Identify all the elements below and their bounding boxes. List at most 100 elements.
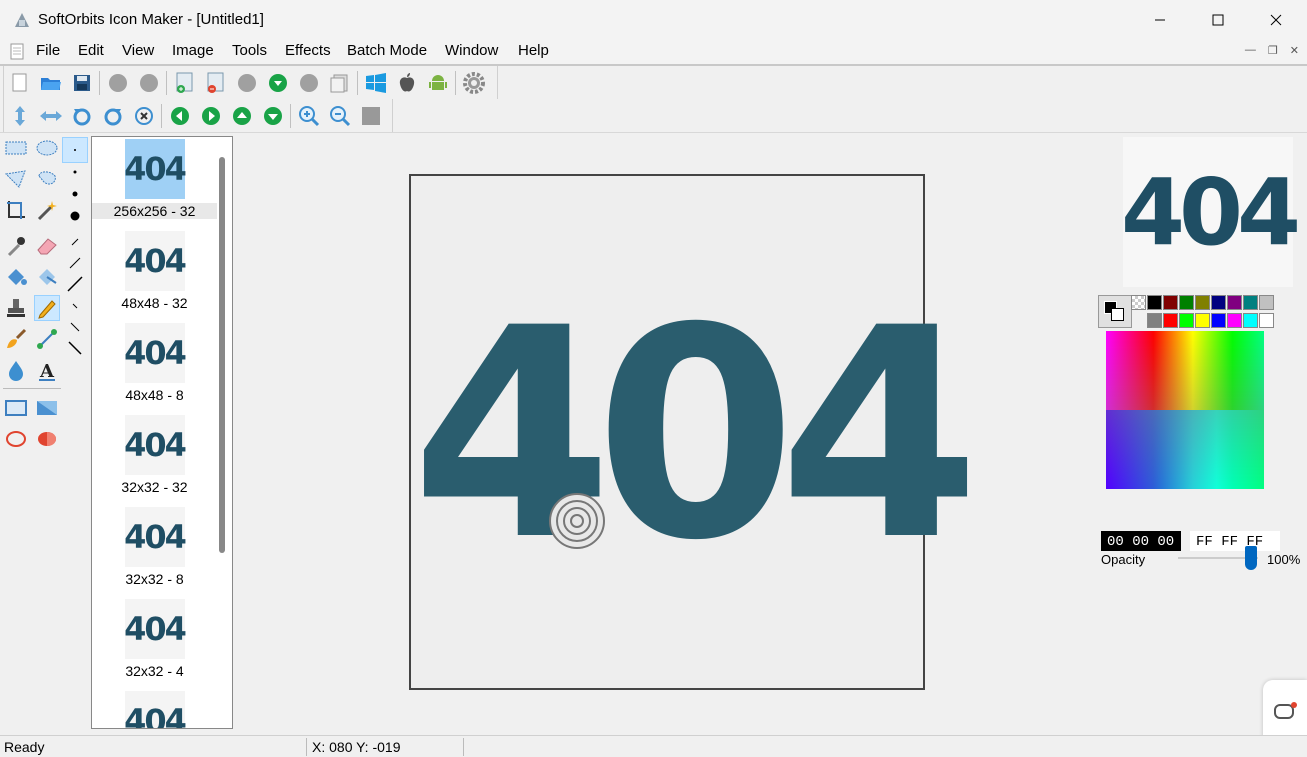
stamp-tool[interactable]: [3, 295, 29, 321]
brush-size-4[interactable]: [62, 203, 88, 229]
maximize-button[interactable]: [1189, 0, 1247, 40]
icon-format-item[interactable]: 404 32x32 - 8: [92, 507, 217, 587]
zoom-in-button[interactable]: [293, 100, 324, 131]
zoom-out-button[interactable]: [324, 100, 355, 131]
blur-tool[interactable]: [3, 357, 29, 383]
palette-swatch[interactable]: [1179, 313, 1194, 328]
download-button[interactable]: [262, 67, 293, 98]
palette-swatch[interactable]: [1179, 295, 1194, 310]
palette-swatch[interactable]: [1259, 313, 1274, 328]
menu-file[interactable]: File: [36, 42, 60, 59]
palette-swatch[interactable]: [1195, 295, 1210, 310]
settings-button[interactable]: [458, 67, 489, 98]
brush-tool[interactable]: [3, 326, 29, 352]
icon-format-item[interactable]: 404 32x32 - 32: [92, 415, 217, 495]
ellipse-outline-tool[interactable]: [3, 426, 29, 452]
close-button[interactable]: [1247, 0, 1305, 40]
record-button[interactable]: [231, 67, 262, 98]
transparent-swatch[interactable]: [1131, 295, 1146, 310]
rotate-left-button[interactable]: [66, 100, 97, 131]
list-button[interactable]: [324, 67, 355, 98]
palette-swatch[interactable]: [1163, 295, 1178, 310]
palette-swatch[interactable]: [1163, 313, 1178, 328]
apple-button[interactable]: [391, 67, 422, 98]
menu-window[interactable]: Window: [445, 42, 498, 59]
android-button[interactable]: [422, 67, 453, 98]
eyedropper-tool[interactable]: [3, 233, 29, 259]
palette-swatch[interactable]: [1147, 295, 1162, 310]
rectangle-fill-tool[interactable]: [34, 395, 60, 421]
line-tool[interactable]: [34, 326, 60, 352]
delete-image-button[interactable]: [200, 67, 231, 98]
lasso-tool[interactable]: [34, 166, 60, 192]
magic-wand-tool[interactable]: [34, 197, 60, 223]
menu-edit[interactable]: Edit: [78, 42, 104, 59]
move-left-button[interactable]: [164, 100, 195, 131]
redo-button[interactable]: [133, 67, 164, 98]
palette-swatch[interactable]: [1211, 313, 1226, 328]
polygon-select-tool[interactable]: [3, 166, 29, 192]
rotate-reset-button[interactable]: [128, 100, 159, 131]
mdi-restore-icon[interactable]: ❐: [1268, 44, 1278, 57]
eraser-tool[interactable]: [34, 233, 60, 259]
secondary-color-swatch[interactable]: [1111, 308, 1124, 321]
menu-help[interactable]: Help: [518, 42, 549, 59]
flip-vertical-button[interactable]: [4, 100, 35, 131]
primary-hex-value[interactable]: 00 00 00: [1101, 531, 1181, 551]
palette-swatch[interactable]: [1195, 313, 1210, 328]
palette-swatch[interactable]: [1147, 313, 1162, 328]
icon-format-item[interactable]: 404: [92, 691, 217, 728]
add-image-button[interactable]: [169, 67, 200, 98]
rectangle-outline-tool[interactable]: [3, 395, 29, 421]
arrow-down-icon: [263, 106, 282, 125]
palette-swatch[interactable]: [1227, 295, 1242, 310]
new-button[interactable]: [4, 67, 35, 98]
mdi-close-icon[interactable]: ✕: [1290, 44, 1299, 57]
actual-size-button[interactable]: [355, 100, 386, 131]
color-picker-field[interactable]: [1106, 331, 1264, 489]
secondary-hex-value[interactable]: FF FF FF: [1190, 531, 1280, 551]
text-tool[interactable]: A: [34, 357, 60, 383]
icon-format-item[interactable]: 404 32x32 - 4: [92, 599, 217, 679]
minimize-button[interactable]: [1131, 0, 1189, 40]
pencil-tool[interactable]: [34, 295, 60, 321]
opacity-slider-thumb[interactable]: [1245, 546, 1257, 570]
rotate-right-button[interactable]: [97, 100, 128, 131]
save-button[interactable]: [66, 67, 97, 98]
flip-horizontal-button[interactable]: [35, 100, 66, 131]
icon-format-item[interactable]: 404 48x48 - 8: [92, 323, 217, 403]
icon-list-scrollbar[interactable]: [219, 157, 225, 553]
menu-tools[interactable]: Tools: [232, 42, 267, 59]
palette-swatch[interactable]: [1243, 295, 1258, 310]
palette-swatch[interactable]: [1211, 295, 1226, 310]
menu-view[interactable]: View: [122, 42, 154, 59]
ellipse-fill-tool[interactable]: [34, 426, 60, 452]
undo-button[interactable]: [102, 67, 133, 98]
icon-thumbnail: 404: [124, 323, 187, 383]
move-up-button[interactable]: [226, 100, 257, 131]
open-button[interactable]: [35, 67, 66, 98]
canvas-image-text: 404: [411, 267, 980, 604]
color-replace-tool[interactable]: [34, 264, 60, 290]
palette-swatch[interactable]: [1259, 295, 1274, 310]
edit-canvas[interactable]: 404: [409, 174, 980, 690]
toolbar-separator: [455, 70, 456, 95]
move-right-button[interactable]: [195, 100, 226, 131]
fill-tool[interactable]: [3, 264, 29, 290]
menu-effects[interactable]: Effects: [285, 42, 331, 59]
palette-swatch[interactable]: [1227, 313, 1242, 328]
icon-format-item[interactable]: 404 256x256 - 32: [92, 139, 217, 219]
windows-button[interactable]: [360, 67, 391, 98]
palette-swatch[interactable]: [1243, 313, 1258, 328]
color-selector[interactable]: [1098, 295, 1132, 328]
crop-tool[interactable]: [3, 197, 29, 223]
menu-image[interactable]: Image: [172, 42, 214, 59]
properties-button[interactable]: [293, 67, 324, 98]
icon-format-item[interactable]: 404 48x48 - 32: [92, 231, 217, 311]
ellipse-select-tool[interactable]: [34, 135, 60, 161]
rect-select-tool[interactable]: [3, 135, 29, 161]
mdi-minimize-icon[interactable]: —: [1245, 44, 1256, 57]
line-dir-3[interactable]: [62, 335, 88, 361]
menu-batch-mode[interactable]: Batch Mode: [347, 42, 427, 59]
move-down-button[interactable]: [257, 100, 288, 131]
